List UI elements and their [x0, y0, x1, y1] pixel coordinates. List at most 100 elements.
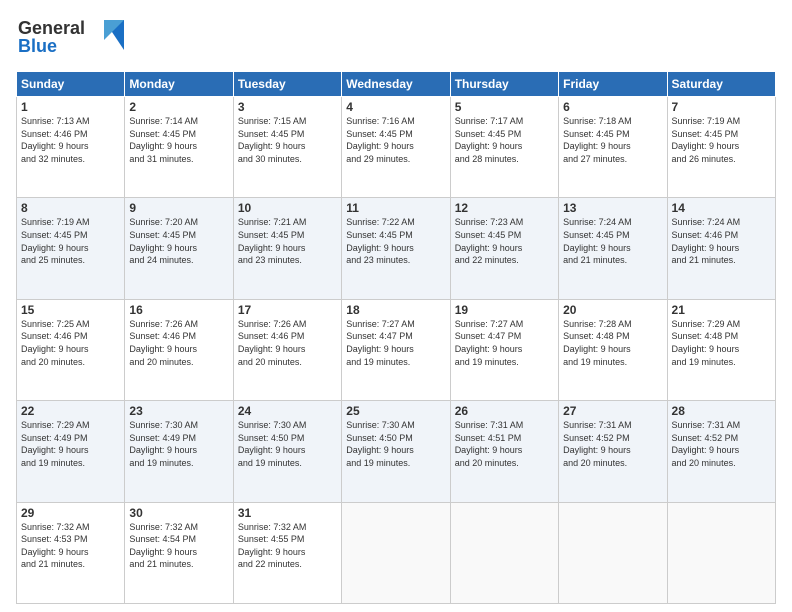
calendar-cell: 29Sunrise: 7:32 AM Sunset: 4:53 PM Dayli… [17, 502, 125, 603]
calendar-cell: 30Sunrise: 7:32 AM Sunset: 4:54 PM Dayli… [125, 502, 233, 603]
day-number: 12 [455, 201, 554, 215]
day-number: 11 [346, 201, 445, 215]
day-info: Sunrise: 7:17 AM Sunset: 4:45 PM Dayligh… [455, 115, 554, 165]
day-header-wednesday: Wednesday [342, 72, 450, 97]
logo: General Blue [16, 12, 126, 63]
calendar-cell [559, 502, 667, 603]
calendar-cell: 23Sunrise: 7:30 AM Sunset: 4:49 PM Dayli… [125, 401, 233, 502]
calendar-week-row: 15Sunrise: 7:25 AM Sunset: 4:46 PM Dayli… [17, 299, 776, 400]
calendar-cell: 27Sunrise: 7:31 AM Sunset: 4:52 PM Dayli… [559, 401, 667, 502]
calendar-cell: 4Sunrise: 7:16 AM Sunset: 4:45 PM Daylig… [342, 97, 450, 198]
calendar-cell: 3Sunrise: 7:15 AM Sunset: 4:45 PM Daylig… [233, 97, 341, 198]
calendar-cell: 8Sunrise: 7:19 AM Sunset: 4:45 PM Daylig… [17, 198, 125, 299]
calendar-cell: 5Sunrise: 7:17 AM Sunset: 4:45 PM Daylig… [450, 97, 558, 198]
day-number: 14 [672, 201, 771, 215]
day-info: Sunrise: 7:27 AM Sunset: 4:47 PM Dayligh… [346, 318, 445, 368]
calendar-cell: 2Sunrise: 7:14 AM Sunset: 4:45 PM Daylig… [125, 97, 233, 198]
calendar-cell: 17Sunrise: 7:26 AM Sunset: 4:46 PM Dayli… [233, 299, 341, 400]
day-info: Sunrise: 7:14 AM Sunset: 4:45 PM Dayligh… [129, 115, 228, 165]
day-info: Sunrise: 7:29 AM Sunset: 4:49 PM Dayligh… [21, 419, 120, 469]
calendar-cell: 10Sunrise: 7:21 AM Sunset: 4:45 PM Dayli… [233, 198, 341, 299]
day-number: 21 [672, 303, 771, 317]
day-number: 2 [129, 100, 228, 114]
day-number: 1 [21, 100, 120, 114]
day-info: Sunrise: 7:25 AM Sunset: 4:46 PM Dayligh… [21, 318, 120, 368]
calendar-cell: 7Sunrise: 7:19 AM Sunset: 4:45 PM Daylig… [667, 97, 775, 198]
day-number: 25 [346, 404, 445, 418]
day-header-saturday: Saturday [667, 72, 775, 97]
calendar-cell: 31Sunrise: 7:32 AM Sunset: 4:55 PM Dayli… [233, 502, 341, 603]
day-number: 3 [238, 100, 337, 114]
calendar-cell: 19Sunrise: 7:27 AM Sunset: 4:47 PM Dayli… [450, 299, 558, 400]
calendar-cell: 11Sunrise: 7:22 AM Sunset: 4:45 PM Dayli… [342, 198, 450, 299]
day-header-sunday: Sunday [17, 72, 125, 97]
svg-text:General: General [18, 18, 85, 38]
day-info: Sunrise: 7:32 AM Sunset: 4:55 PM Dayligh… [238, 521, 337, 571]
calendar-week-row: 1Sunrise: 7:13 AM Sunset: 4:46 PM Daylig… [17, 97, 776, 198]
day-info: Sunrise: 7:31 AM Sunset: 4:52 PM Dayligh… [563, 419, 662, 469]
day-number: 26 [455, 404, 554, 418]
day-info: Sunrise: 7:32 AM Sunset: 4:53 PM Dayligh… [21, 521, 120, 571]
day-info: Sunrise: 7:27 AM Sunset: 4:47 PM Dayligh… [455, 318, 554, 368]
day-number: 5 [455, 100, 554, 114]
day-number: 4 [346, 100, 445, 114]
day-header-tuesday: Tuesday [233, 72, 341, 97]
day-info: Sunrise: 7:32 AM Sunset: 4:54 PM Dayligh… [129, 521, 228, 571]
logo-text: General Blue [16, 12, 126, 63]
calendar-cell: 14Sunrise: 7:24 AM Sunset: 4:46 PM Dayli… [667, 198, 775, 299]
day-number: 18 [346, 303, 445, 317]
calendar-body: 1Sunrise: 7:13 AM Sunset: 4:46 PM Daylig… [17, 97, 776, 604]
day-header-friday: Friday [559, 72, 667, 97]
day-number: 13 [563, 201, 662, 215]
page: General Blue SundayMondayTuesdayWednesda… [0, 0, 792, 612]
day-header-monday: Monday [125, 72, 233, 97]
calendar-cell: 13Sunrise: 7:24 AM Sunset: 4:45 PM Dayli… [559, 198, 667, 299]
calendar-cell [450, 502, 558, 603]
day-info: Sunrise: 7:19 AM Sunset: 4:45 PM Dayligh… [672, 115, 771, 165]
day-number: 23 [129, 404, 228, 418]
day-info: Sunrise: 7:31 AM Sunset: 4:51 PM Dayligh… [455, 419, 554, 469]
calendar-week-row: 8Sunrise: 7:19 AM Sunset: 4:45 PM Daylig… [17, 198, 776, 299]
day-info: Sunrise: 7:22 AM Sunset: 4:45 PM Dayligh… [346, 216, 445, 266]
day-info: Sunrise: 7:19 AM Sunset: 4:45 PM Dayligh… [21, 216, 120, 266]
day-info: Sunrise: 7:28 AM Sunset: 4:48 PM Dayligh… [563, 318, 662, 368]
day-info: Sunrise: 7:20 AM Sunset: 4:45 PM Dayligh… [129, 216, 228, 266]
day-number: 9 [129, 201, 228, 215]
day-info: Sunrise: 7:15 AM Sunset: 4:45 PM Dayligh… [238, 115, 337, 165]
day-info: Sunrise: 7:30 AM Sunset: 4:50 PM Dayligh… [346, 419, 445, 469]
calendar-cell: 26Sunrise: 7:31 AM Sunset: 4:51 PM Dayli… [450, 401, 558, 502]
day-info: Sunrise: 7:29 AM Sunset: 4:48 PM Dayligh… [672, 318, 771, 368]
day-number: 30 [129, 506, 228, 520]
day-number: 22 [21, 404, 120, 418]
day-number: 28 [672, 404, 771, 418]
day-number: 19 [455, 303, 554, 317]
svg-text:Blue: Blue [18, 36, 57, 56]
day-number: 8 [21, 201, 120, 215]
calendar-week-row: 22Sunrise: 7:29 AM Sunset: 4:49 PM Dayli… [17, 401, 776, 502]
day-number: 7 [672, 100, 771, 114]
day-info: Sunrise: 7:24 AM Sunset: 4:45 PM Dayligh… [563, 216, 662, 266]
day-info: Sunrise: 7:13 AM Sunset: 4:46 PM Dayligh… [21, 115, 120, 165]
day-info: Sunrise: 7:24 AM Sunset: 4:46 PM Dayligh… [672, 216, 771, 266]
calendar-cell: 21Sunrise: 7:29 AM Sunset: 4:48 PM Dayli… [667, 299, 775, 400]
day-number: 29 [21, 506, 120, 520]
day-number: 16 [129, 303, 228, 317]
day-info: Sunrise: 7:18 AM Sunset: 4:45 PM Dayligh… [563, 115, 662, 165]
calendar-cell: 25Sunrise: 7:30 AM Sunset: 4:50 PM Dayli… [342, 401, 450, 502]
calendar-cell: 28Sunrise: 7:31 AM Sunset: 4:52 PM Dayli… [667, 401, 775, 502]
day-header-thursday: Thursday [450, 72, 558, 97]
calendar-table: SundayMondayTuesdayWednesdayThursdayFrid… [16, 71, 776, 604]
day-info: Sunrise: 7:26 AM Sunset: 4:46 PM Dayligh… [129, 318, 228, 368]
calendar-cell: 24Sunrise: 7:30 AM Sunset: 4:50 PM Dayli… [233, 401, 341, 502]
calendar-cell: 18Sunrise: 7:27 AM Sunset: 4:47 PM Dayli… [342, 299, 450, 400]
day-number: 10 [238, 201, 337, 215]
calendar-cell: 6Sunrise: 7:18 AM Sunset: 4:45 PM Daylig… [559, 97, 667, 198]
calendar-cell: 22Sunrise: 7:29 AM Sunset: 4:49 PM Dayli… [17, 401, 125, 502]
day-info: Sunrise: 7:23 AM Sunset: 4:45 PM Dayligh… [455, 216, 554, 266]
calendar-cell: 16Sunrise: 7:26 AM Sunset: 4:46 PM Dayli… [125, 299, 233, 400]
days-header-row: SundayMondayTuesdayWednesdayThursdayFrid… [17, 72, 776, 97]
day-number: 27 [563, 404, 662, 418]
calendar-cell: 15Sunrise: 7:25 AM Sunset: 4:46 PM Dayli… [17, 299, 125, 400]
calendar-cell: 1Sunrise: 7:13 AM Sunset: 4:46 PM Daylig… [17, 97, 125, 198]
day-info: Sunrise: 7:31 AM Sunset: 4:52 PM Dayligh… [672, 419, 771, 469]
